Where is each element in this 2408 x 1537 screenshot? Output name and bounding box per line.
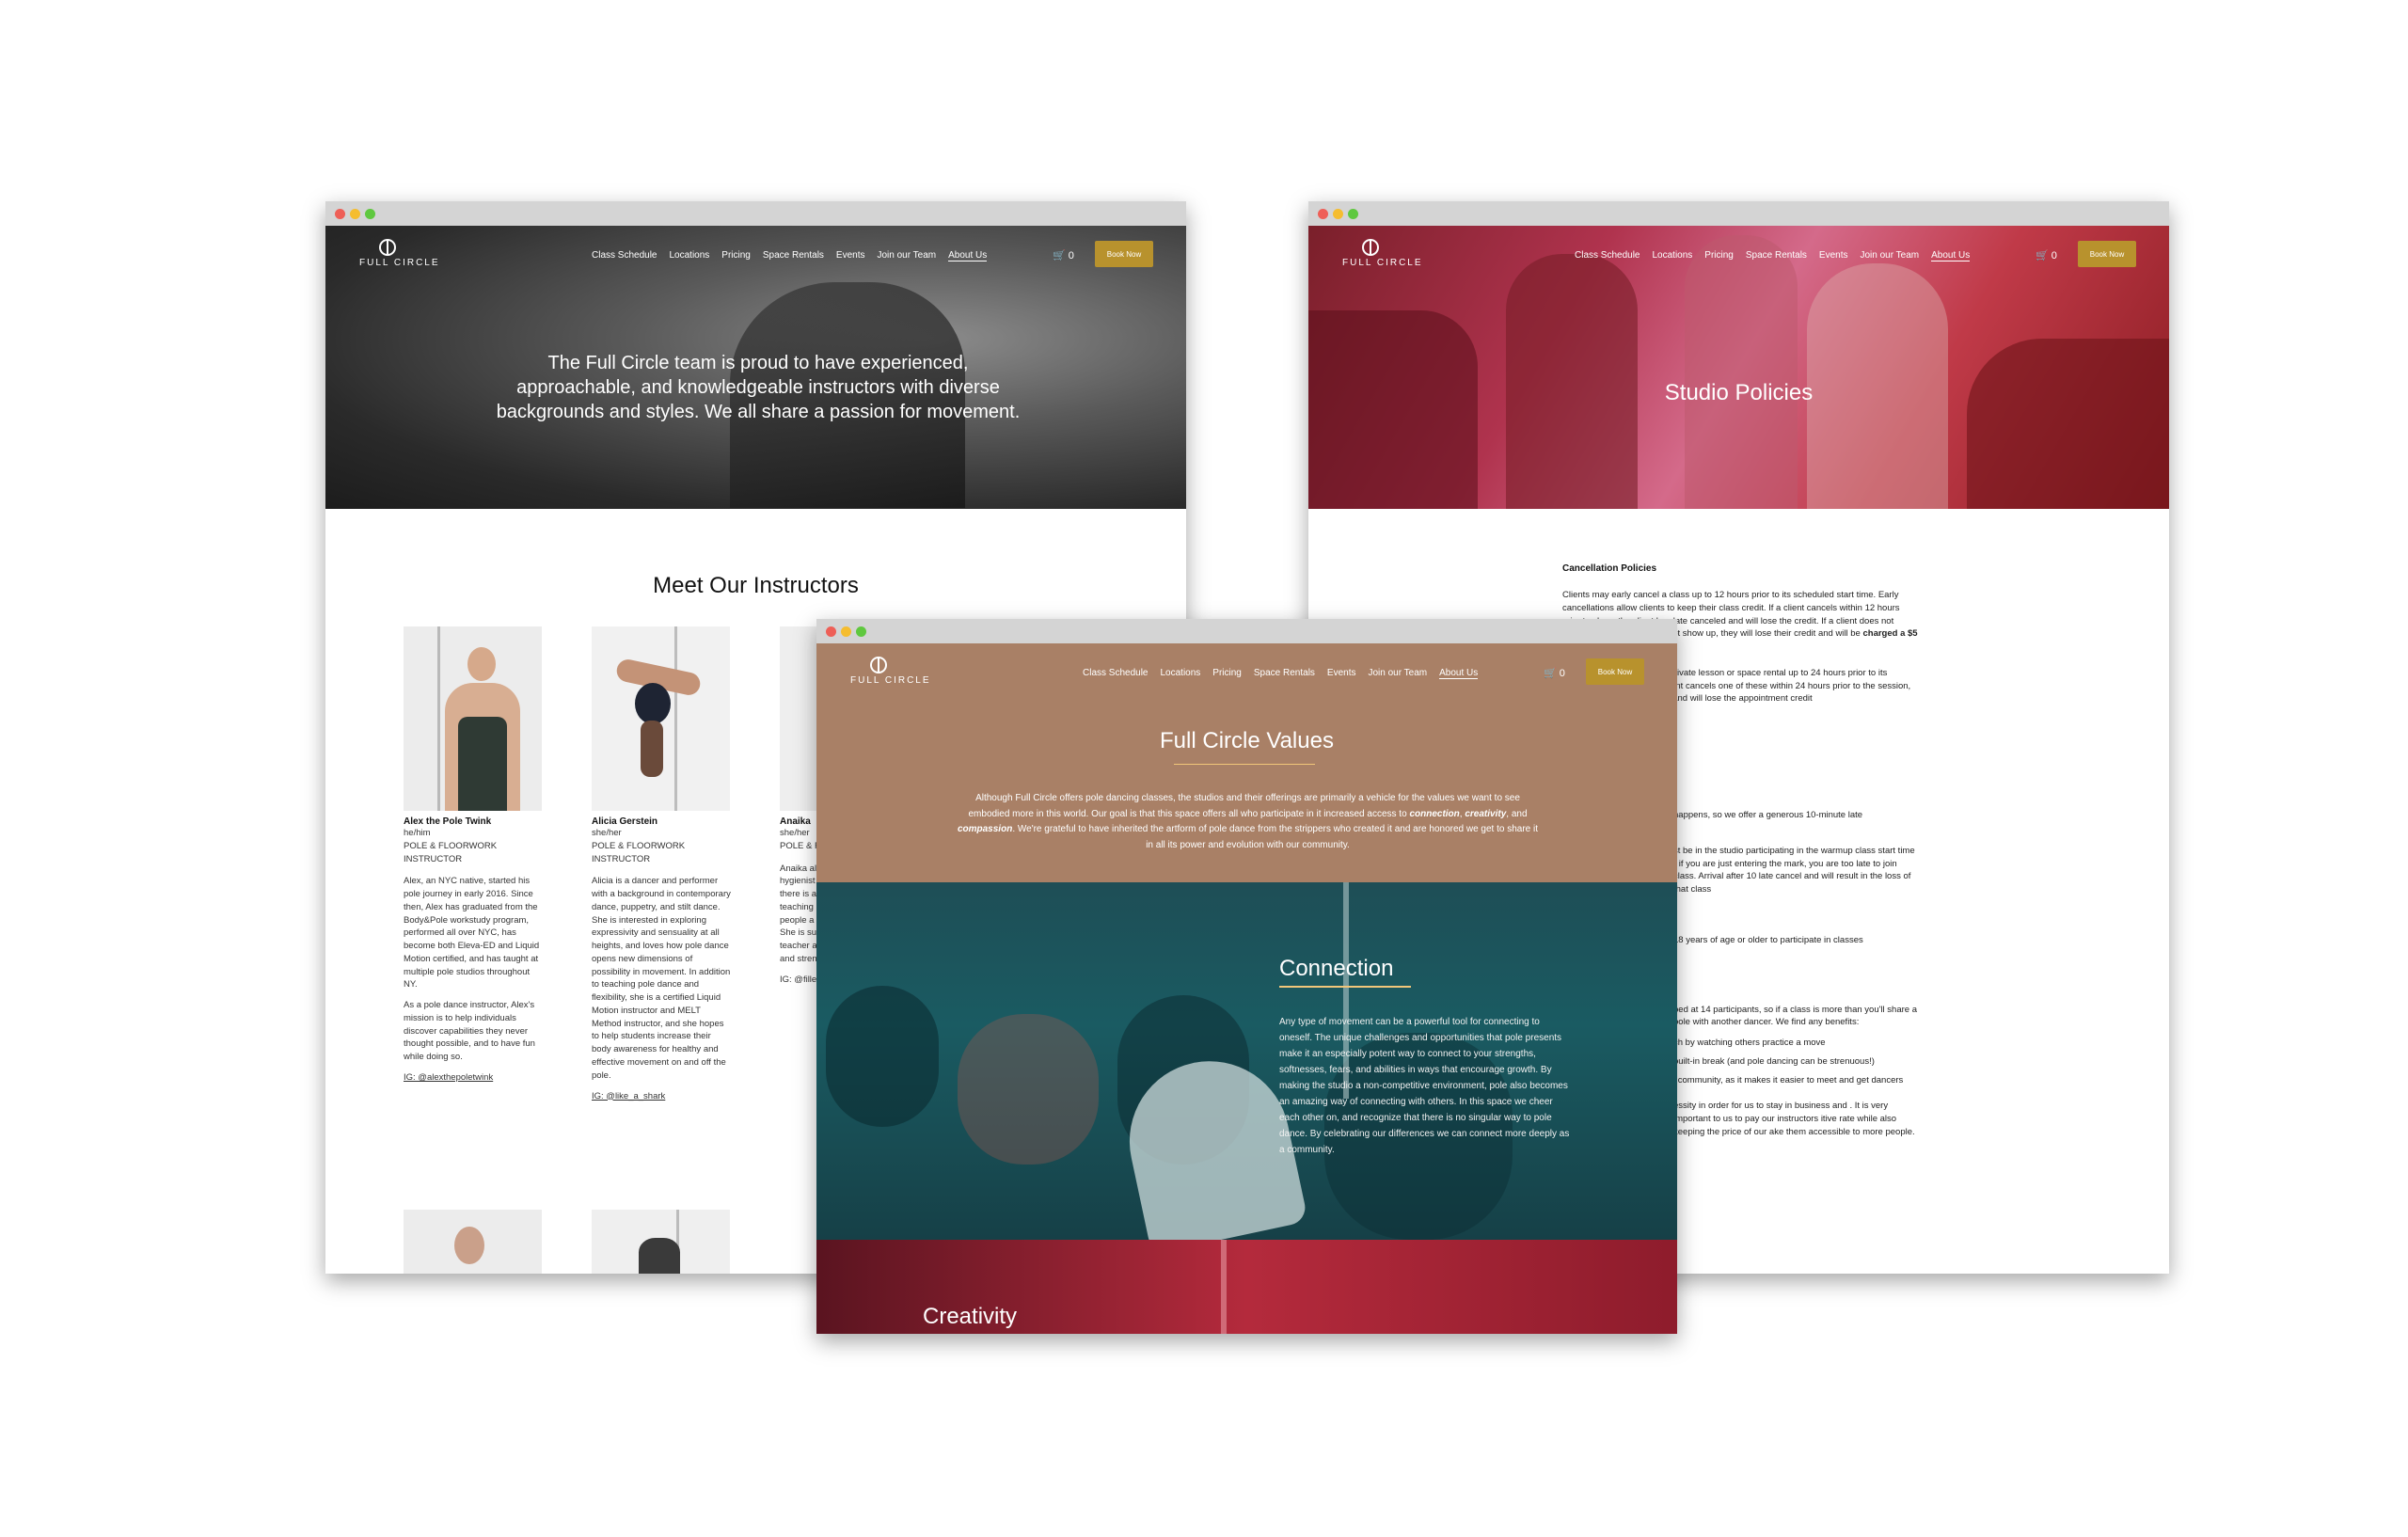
instructor-bio: Anaika al hygienist there is a teaching … [780,863,817,964]
hero-text: The Full Circle team is proud to have ex… [496,353,1021,422]
book-now-button[interactable]: Book Now [1586,658,1644,685]
policy-paragraph: st be in the studio participating in the… [1673,845,1915,895]
cart-icon: 🛒 [2036,250,2049,261]
nav-locations[interactable]: Locations [669,250,709,261]
instructor-photo [404,1210,542,1274]
instructor-role-line2: INSTRUCTOR [592,853,651,864]
instructor-role: POLE & FLOORWORK [404,840,498,851]
cart-button[interactable]: 🛒 0 [1053,249,1074,261]
title-underline [1279,986,1411,988]
nav-locations[interactable]: Locations [1652,250,1692,261]
site-nav: FULL CIRCLE Class Schedule Locations Pri… [325,226,1186,282]
connection-text: Any type of movement can be a powerful t… [1279,1017,1570,1155]
logo-icon [870,657,887,673]
instructor-name: Alicia Gerstein [592,816,658,827]
instructor-pronouns: she/her [592,828,622,838]
nav-space-rentals[interactable]: Space Rentals [1746,250,1807,261]
section-heading: Meet Our Instructors [653,573,859,598]
nav-join-our-team[interactable]: Join our Team [1369,668,1428,679]
logo[interactable]: FULL CIRCLE [1342,239,1421,268]
nav-class-schedule[interactable]: Class Schedule [592,250,657,261]
policy-paragraph: essity in order for us to stay in busine… [1673,1101,1915,1137]
instructor-instagram-link[interactable]: IG: @like_a_shark [592,1090,733,1103]
nav-about-us[interactable]: About Us [948,250,988,261]
cart-count: 0 [2051,250,2057,261]
nav-pricing[interactable]: Pricing [721,250,751,261]
instructor-name: Alex the Pole Twink [404,816,492,827]
instructor-role: POLE & FLOORWORK [592,840,686,851]
policies-content-right: happens, so we offer a generous 10-minut… [1673,809,1920,1139]
policy-bullet: l community, as it makes it easier to me… [1673,1074,1904,1085]
creativity-title: Creativity [923,1304,1018,1329]
instructor-photo [404,626,542,811]
nav-events[interactable]: Events [1327,668,1356,679]
site-nav: FULL CIRCLE Class Schedule Locations Pri… [1308,226,2169,282]
cart-icon: 🛒 [1053,250,1066,261]
cart-icon: 🛒 [1544,668,1557,679]
section-title: Cancellation Policies [1562,563,1657,574]
minimize-window-button[interactable] [1333,209,1343,219]
policy-paragraph: ped at 14 participants, so if a class is… [1673,1004,1917,1028]
logo-icon [1362,239,1379,256]
minimize-window-button[interactable] [841,626,851,637]
title-underline [1174,764,1315,765]
window-titlebar [325,201,1186,226]
nav-space-rentals[interactable]: Space Rentals [1254,668,1315,679]
book-now-button[interactable]: Book Now [2078,241,2136,267]
logo[interactable]: FULL CIRCLE [850,657,929,686]
cart-count: 0 [1068,250,1074,261]
window-titlebar [1308,201,2169,226]
nav-pricing[interactable]: Pricing [1704,250,1734,261]
logo[interactable]: FULL CIRCLE [359,239,438,268]
policy-paragraph: happens, so we offer a generous 10-minut… [1673,810,1863,820]
nav-pricing[interactable]: Pricing [1212,668,1242,679]
nav-events[interactable]: Events [836,250,865,261]
page-title: Studio Policies [1664,380,1814,405]
policy-bullet: built-in break (and pole dancing can be … [1673,1055,1875,1067]
instructor-bio: Alex, an NYC native, started his pole jo… [404,876,540,990]
nav-class-schedule[interactable]: Class Schedule [1575,250,1640,261]
close-window-button[interactable] [1318,209,1328,219]
minimize-window-button[interactable] [350,209,360,219]
nav-class-schedule[interactable]: Class Schedule [1083,668,1148,679]
instructor-pronouns: he/him [404,828,431,838]
nav-locations[interactable]: Locations [1160,668,1200,679]
close-window-button[interactable] [335,209,345,219]
nav-join-our-team[interactable]: Join our Team [878,250,937,261]
instructor-instagram-link[interactable]: IG: @alexthepoletwink [404,1071,545,1085]
instructor-card: Alicia Gerstein she/her POLE & FLOORWORK… [592,626,733,1102]
cart-count: 0 [1559,668,1565,679]
instructor-bio: Alicia is a dancer and performer with a … [592,876,731,1081]
close-window-button[interactable] [826,626,836,637]
nav-join-our-team[interactable]: Join our Team [1861,250,1920,261]
window-titlebar [816,619,1677,643]
instructor-role-line2: INSTRUCTOR [404,853,463,864]
values-intro: Although Full Circle offers pole dancing… [957,793,1539,850]
maximize-window-button[interactable] [856,626,866,637]
maximize-window-button[interactable] [365,209,375,219]
window-values: Full Circle Values Although Full Circle … [816,619,1677,1334]
nav-events[interactable]: Events [1819,250,1848,261]
site-nav: FULL CIRCLE Class Schedule Locations Pri… [816,643,1677,700]
connection-title: Connection [1279,956,1394,981]
logo-icon [379,239,396,256]
instructor-card: Alex the Pole Twink he/him POLE & FLOORW… [404,626,545,1085]
policy-paragraph: 18 years of age or older to participate … [1673,934,1863,945]
book-now-button[interactable]: Book Now [1095,241,1153,267]
connection-section: Connection Any type of movement can be a… [816,882,1677,1240]
cart-button[interactable]: 🛒 0 [1544,667,1565,679]
cart-button[interactable]: 🛒 0 [2036,249,2057,261]
nav-space-rentals[interactable]: Space Rentals [763,250,824,261]
instructor-photo [592,626,730,811]
maximize-window-button[interactable] [1348,209,1358,219]
instructor-bio-2: As a pole dance instructor, Alex's missi… [404,1000,535,1063]
nav-about-us[interactable]: About Us [1931,250,1971,261]
values-title: Full Circle Values [1160,728,1334,753]
creativity-section: Creativity [816,1240,1677,1334]
nav-about-us[interactable]: About Us [1439,668,1479,679]
instructor-photo [592,1210,730,1274]
policy-bullet: ch by watching others practice a move [1673,1038,1826,1049]
